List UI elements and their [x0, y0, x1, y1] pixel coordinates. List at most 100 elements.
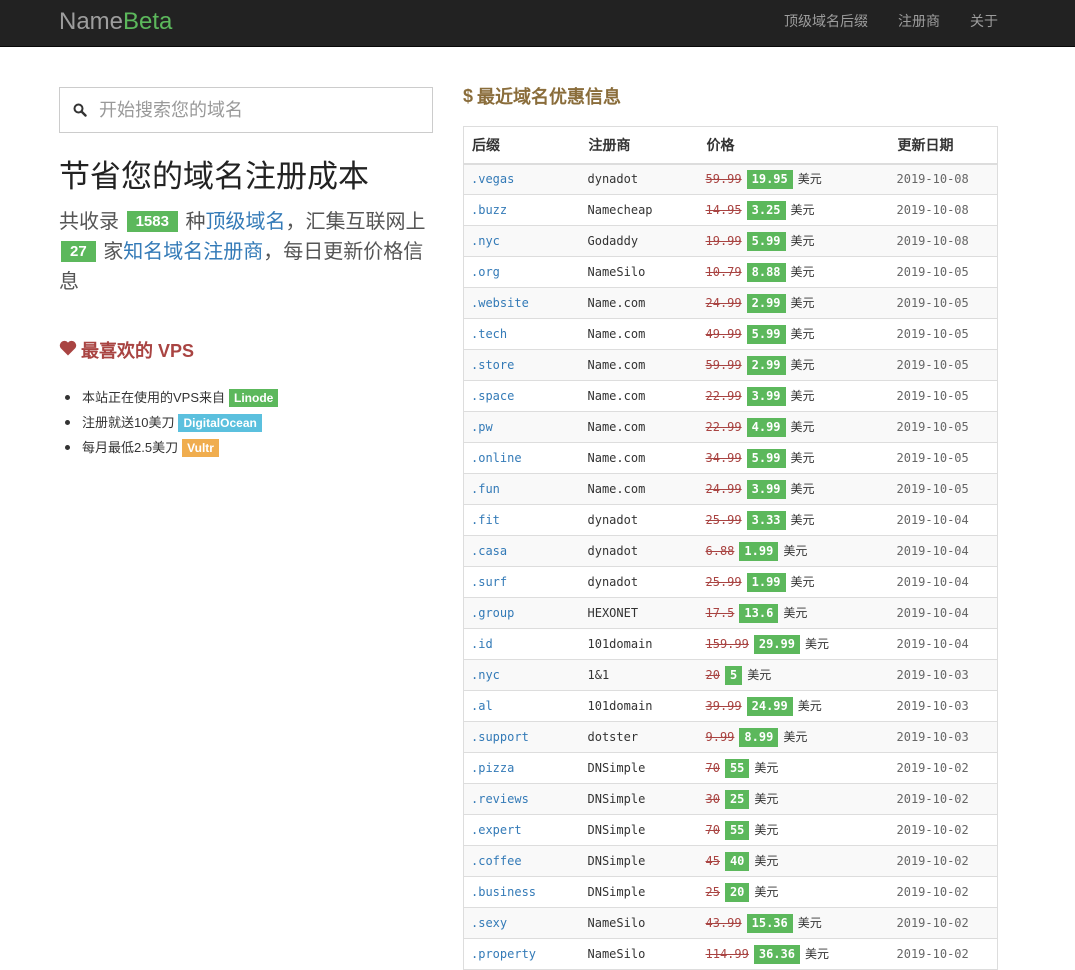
registrar-cell: DNSimple: [580, 783, 699, 815]
update-date: 2019-10-02: [889, 876, 998, 908]
original-price: 19.99: [705, 233, 742, 248]
tld-suffix-link[interactable]: .reviews: [471, 792, 529, 806]
vps-label-vultr[interactable]: Vultr: [182, 438, 219, 457]
table-row: .nyc 1&1 20 5 美元 2019-10-03: [463, 659, 998, 691]
price-cell: 59.99 19.95 美元: [698, 163, 890, 195]
table-row: .vegas dynadot 59.99 19.95 美元 2019-10-08: [463, 163, 998, 195]
currency-unit: 美元: [804, 946, 829, 961]
tld-suffix-link[interactable]: .org: [471, 265, 500, 279]
tld-suffix-link[interactable]: .fit: [471, 513, 500, 527]
original-price: 43.99: [705, 915, 742, 930]
tld-suffix-link[interactable]: .support: [471, 730, 529, 744]
column-header-date: 更新日期: [889, 126, 998, 165]
tld-suffix-link[interactable]: .property: [471, 947, 536, 961]
tld-suffix-link[interactable]: .group: [471, 606, 514, 620]
registrar-cell: Name.com: [580, 380, 699, 412]
brand-logo[interactable]: NameBeta: [59, 7, 172, 37]
tld-suffix-link[interactable]: .surf: [471, 575, 507, 589]
tld-suffix-link[interactable]: .website: [471, 296, 529, 310]
nav-item-tld-suffixes[interactable]: 顶级域名后缀: [754, 0, 868, 42]
table-row: .fun Name.com 24.99 3.99 美元 2019-10-05: [463, 473, 998, 505]
update-date: 2019-10-02: [889, 907, 998, 939]
right-column: $ 最近域名优惠信息 后缀 注册商 价格 更新日期 .vegas dynadot 5…: [463, 84, 998, 970]
tld-suffix-link[interactable]: .casa: [471, 544, 507, 558]
page-headline: 节省您的域名注册成本: [59, 159, 369, 194]
nav-item-registrars[interactable]: 注册商: [868, 0, 940, 42]
discount-price-badge: 5.99: [746, 448, 786, 468]
update-date: 2019-10-05: [889, 380, 998, 412]
tld-suffix-link[interactable]: .fun: [471, 482, 500, 496]
discount-price-badge: 40: [724, 851, 750, 871]
update-date: 2019-10-05: [889, 349, 998, 381]
currency-unit: 美元: [790, 512, 815, 527]
tld-suffix-link[interactable]: .al: [471, 699, 493, 713]
bullet-icon: [65, 445, 70, 450]
tld-suffix-link[interactable]: .pw: [471, 420, 493, 434]
discount-price-badge: 5.99: [746, 324, 786, 344]
original-price: 24.99: [705, 481, 742, 496]
tld-suffix-link[interactable]: .vegas: [471, 172, 514, 186]
original-price: 9.99: [705, 729, 735, 744]
summary-mid2: ，汇集互联网上: [285, 211, 426, 233]
discount-price-badge: 8.88: [746, 262, 786, 282]
currency-unit: 美元: [790, 233, 815, 248]
currency-unit: 美元: [797, 698, 822, 713]
registrar-cell: Name.com: [580, 411, 699, 443]
price-cell: 39.99 24.99 美元: [698, 690, 890, 722]
tld-suffix-link[interactable]: .nyc: [471, 668, 500, 682]
update-date: 2019-10-05: [889, 256, 998, 288]
table-row: .reviews DNSimple 30 25 美元 2019-10-02: [463, 783, 998, 815]
currency-unit: 美元: [790, 388, 815, 403]
tld-suffix-link[interactable]: .id: [471, 637, 493, 651]
registrar-cell: Name.com: [580, 473, 699, 505]
vps-label-linode[interactable]: Linode: [229, 388, 279, 407]
tld-link[interactable]: 顶级域名: [206, 211, 286, 233]
list-item: 每月最低2.5美刀 Vultr: [65, 435, 433, 460]
update-date: 2019-10-05: [889, 411, 998, 443]
price-cell: 30 25 美元: [698, 783, 890, 815]
update-date: 2019-10-05: [889, 287, 998, 319]
original-price: 22.99: [705, 419, 742, 434]
original-price: 70: [705, 760, 720, 775]
registrar-cell: dynadot: [580, 163, 699, 195]
tld-suffix-link[interactable]: .nyc: [471, 234, 500, 248]
brand-name-part2: Beta: [123, 8, 173, 35]
registrar-link[interactable]: 知名域名注册商: [123, 241, 263, 263]
tld-suffix-link[interactable]: .business: [471, 885, 536, 899]
tld-suffix-link[interactable]: .pizza: [471, 761, 514, 775]
left-column: 节省您的域名注册成本 共收录 1583 种顶级域名，汇集互联网上 27 家知名域…: [59, 87, 433, 460]
currency-unit: 美元: [790, 326, 815, 341]
discount-price-badge: 55: [724, 758, 750, 778]
search-input[interactable]: [99, 99, 399, 121]
price-cell: 22.99 3.99 美元: [698, 380, 890, 412]
registrar-cell: Name.com: [580, 318, 699, 350]
tld-suffix-link[interactable]: .tech: [471, 327, 507, 341]
discount-price-badge: 4.99: [746, 417, 786, 437]
update-date: 2019-10-02: [889, 752, 998, 784]
tld-suffix-link[interactable]: .expert: [471, 823, 522, 837]
tld-suffix-link[interactable]: .sexy: [471, 916, 507, 930]
discount-price-badge: 29.99: [753, 634, 800, 654]
tld-suffix-link[interactable]: .store: [471, 358, 514, 372]
currency-unit: 美元: [790, 295, 815, 310]
original-price: 14.95: [705, 202, 742, 217]
currency-unit: 美元: [783, 605, 808, 620]
currency-unit: 美元: [804, 636, 829, 651]
tld-suffix-link[interactable]: .online: [471, 451, 522, 465]
vps-label-digitalocean[interactable]: DigitalOcean: [178, 413, 262, 432]
nav-item-about[interactable]: 关于: [940, 0, 998, 42]
summary-prefix: 共收录: [59, 211, 119, 233]
original-price: 25: [705, 884, 720, 899]
discount-price-badge: 3.25: [746, 200, 786, 220]
table-row: .casa dynadot 6.88 1.99 美元 2019-10-04: [463, 535, 998, 567]
tld-count-badge: 1583: [126, 211, 178, 232]
tld-suffix-link[interactable]: .coffee: [471, 854, 522, 868]
original-price: 17.5: [705, 605, 735, 620]
registrar-cell: 101domain: [580, 628, 699, 660]
price-cell: 6.88 1.99 美元: [698, 535, 890, 567]
search-icon[interactable]: [73, 103, 87, 117]
discount-price-badge: 36.36: [753, 944, 800, 964]
summary-mid1: 种: [185, 211, 206, 233]
tld-suffix-link[interactable]: .buzz: [471, 203, 507, 217]
tld-suffix-link[interactable]: .space: [471, 389, 514, 403]
